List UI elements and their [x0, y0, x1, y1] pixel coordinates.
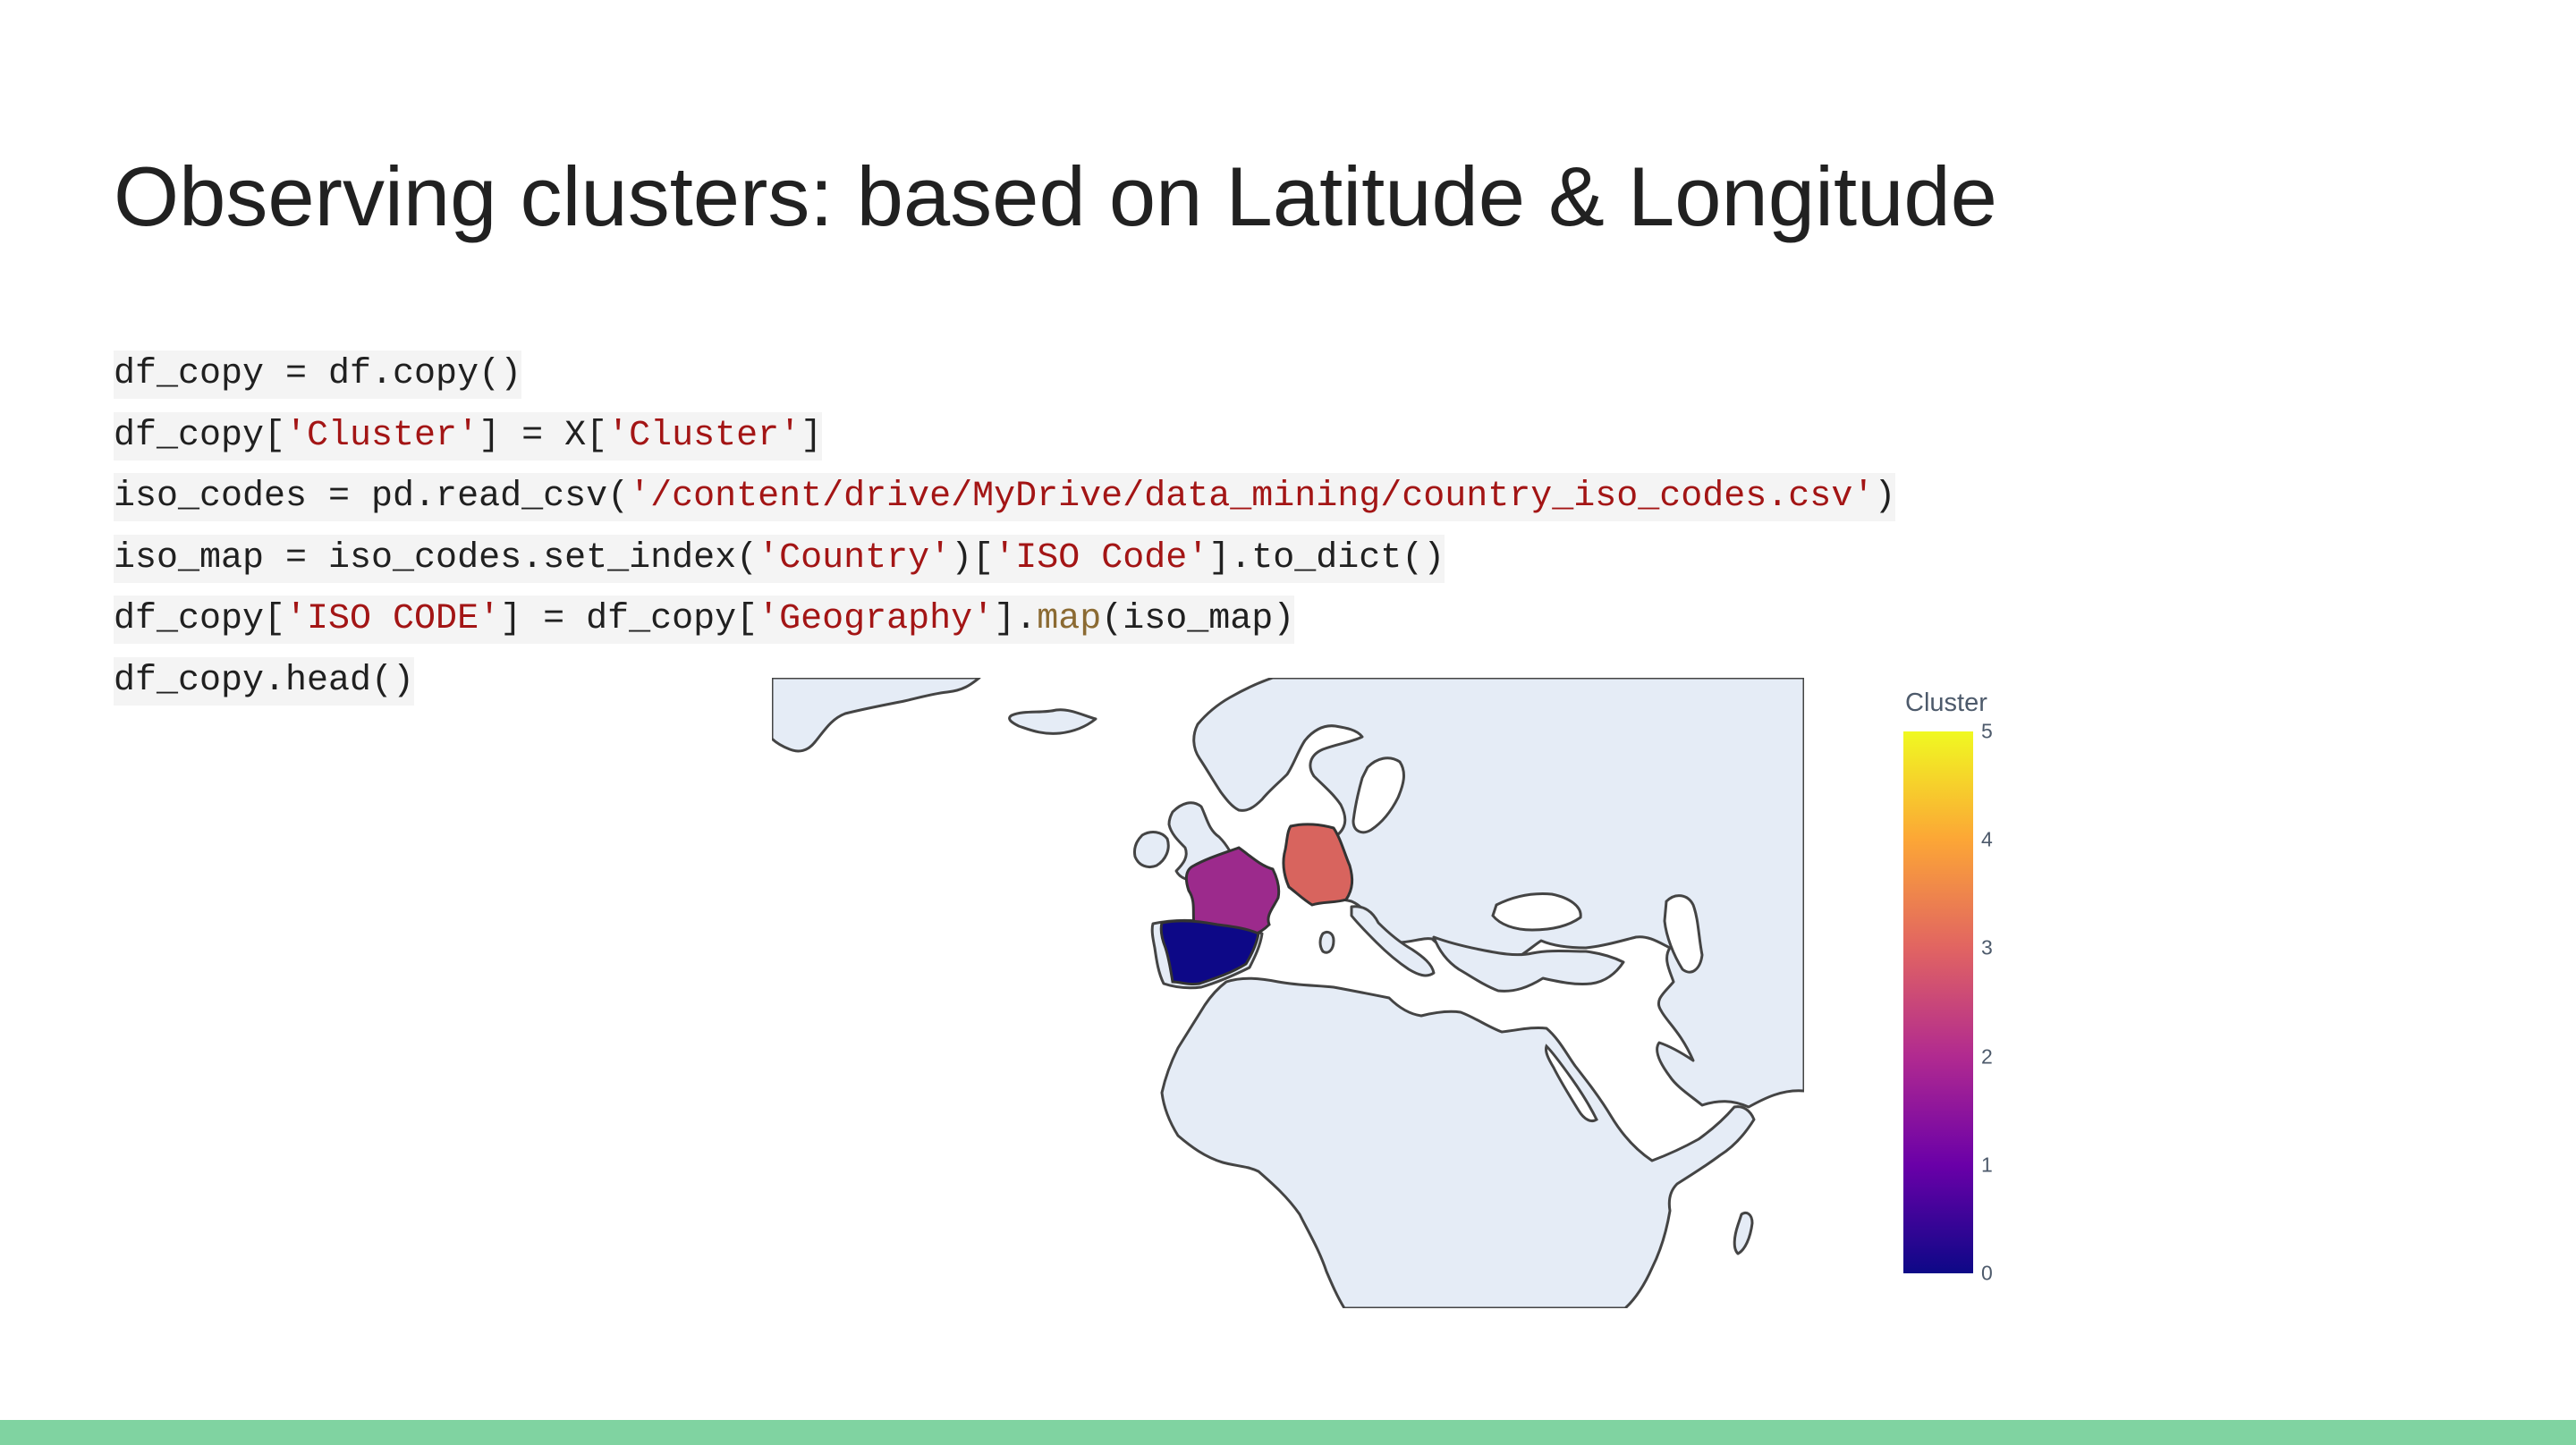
- colorbar-tick-label: 5: [1981, 719, 1993, 743]
- colorbar-gradient: [1903, 731, 1973, 1273]
- code-text: iso_codes = pd.read_csv(: [114, 477, 630, 517]
- code-text: df_copy.head(): [114, 660, 415, 701]
- bottom-accent-bar: [0, 1420, 2576, 1445]
- code-text: (iso_map): [1101, 599, 1295, 639]
- code-text: ] = df_copy[: [500, 599, 758, 639]
- colorbar-tick-label: 0: [1981, 1261, 1993, 1285]
- colorbar-tick-label: 4: [1981, 827, 1993, 851]
- code-function: map: [1037, 599, 1102, 639]
- colorbar-tick-label: 2: [1981, 1044, 1993, 1069]
- code-string: 'Country': [758, 537, 952, 579]
- land-ireland: [1133, 831, 1170, 869]
- colorbar-tick-label: 3: [1981, 935, 1993, 959]
- code-line-6: df_copy.head(): [114, 656, 415, 706]
- code-line-3: iso_codes = pd.read_csv('/content/drive/…: [114, 473, 1896, 521]
- land-madagascar: [1733, 1211, 1754, 1255]
- code-text: ].to_dict(): [1208, 537, 1445, 579]
- code-text: ] = X[: [479, 415, 608, 456]
- slide-title: Observing clusters: based on Latitude & …: [114, 149, 1997, 243]
- code-string: 'Cluster': [607, 415, 801, 456]
- colorbar-title: Cluster: [1905, 689, 1987, 717]
- code-text: df_copy = df.copy(): [114, 354, 522, 394]
- code-line-1: df_copy = df.copy(): [114, 351, 522, 399]
- code-string: '/content/drive/MyDrive/data_mining/coun…: [629, 477, 1875, 517]
- code-text: df_copy[: [114, 599, 286, 639]
- code-string: 'Geography': [758, 599, 995, 639]
- code-text: ]: [801, 415, 823, 456]
- country-spain[interactable]: [1159, 919, 1260, 986]
- land-greenland: [772, 678, 981, 753]
- code-text: df_copy[: [114, 415, 286, 456]
- code-line-2: df_copy['Cluster'] = X['Cluster']: [114, 411, 823, 461]
- code-string: 'ISO Code': [994, 537, 1209, 579]
- colorbar-tick-label: 1: [1981, 1153, 1993, 1177]
- code-text: iso_map = iso_codes.set_index(: [114, 537, 758, 579]
- land-sardinia: [1318, 930, 1335, 954]
- choropleth-map[interactable]: [772, 678, 1804, 1308]
- land-africa: [1160, 976, 1756, 1308]
- code-string: 'Cluster': [285, 415, 479, 456]
- code-line-4: iso_map = iso_codes.set_index('Country')…: [114, 534, 1445, 583]
- code-text: ].: [994, 599, 1038, 639]
- code-line-5: df_copy['ISO CODE'] = df_copy['Geography…: [114, 596, 1295, 644]
- land-iceland: [1008, 708, 1097, 735]
- code-text: ): [1874, 477, 1896, 517]
- code-string: 'ISO CODE': [285, 599, 501, 639]
- map-svg: [772, 678, 1804, 1308]
- code-block: df_copy = df.copy() df_copy['Cluster'] =…: [114, 351, 1896, 718]
- code-text: )[: [951, 537, 995, 579]
